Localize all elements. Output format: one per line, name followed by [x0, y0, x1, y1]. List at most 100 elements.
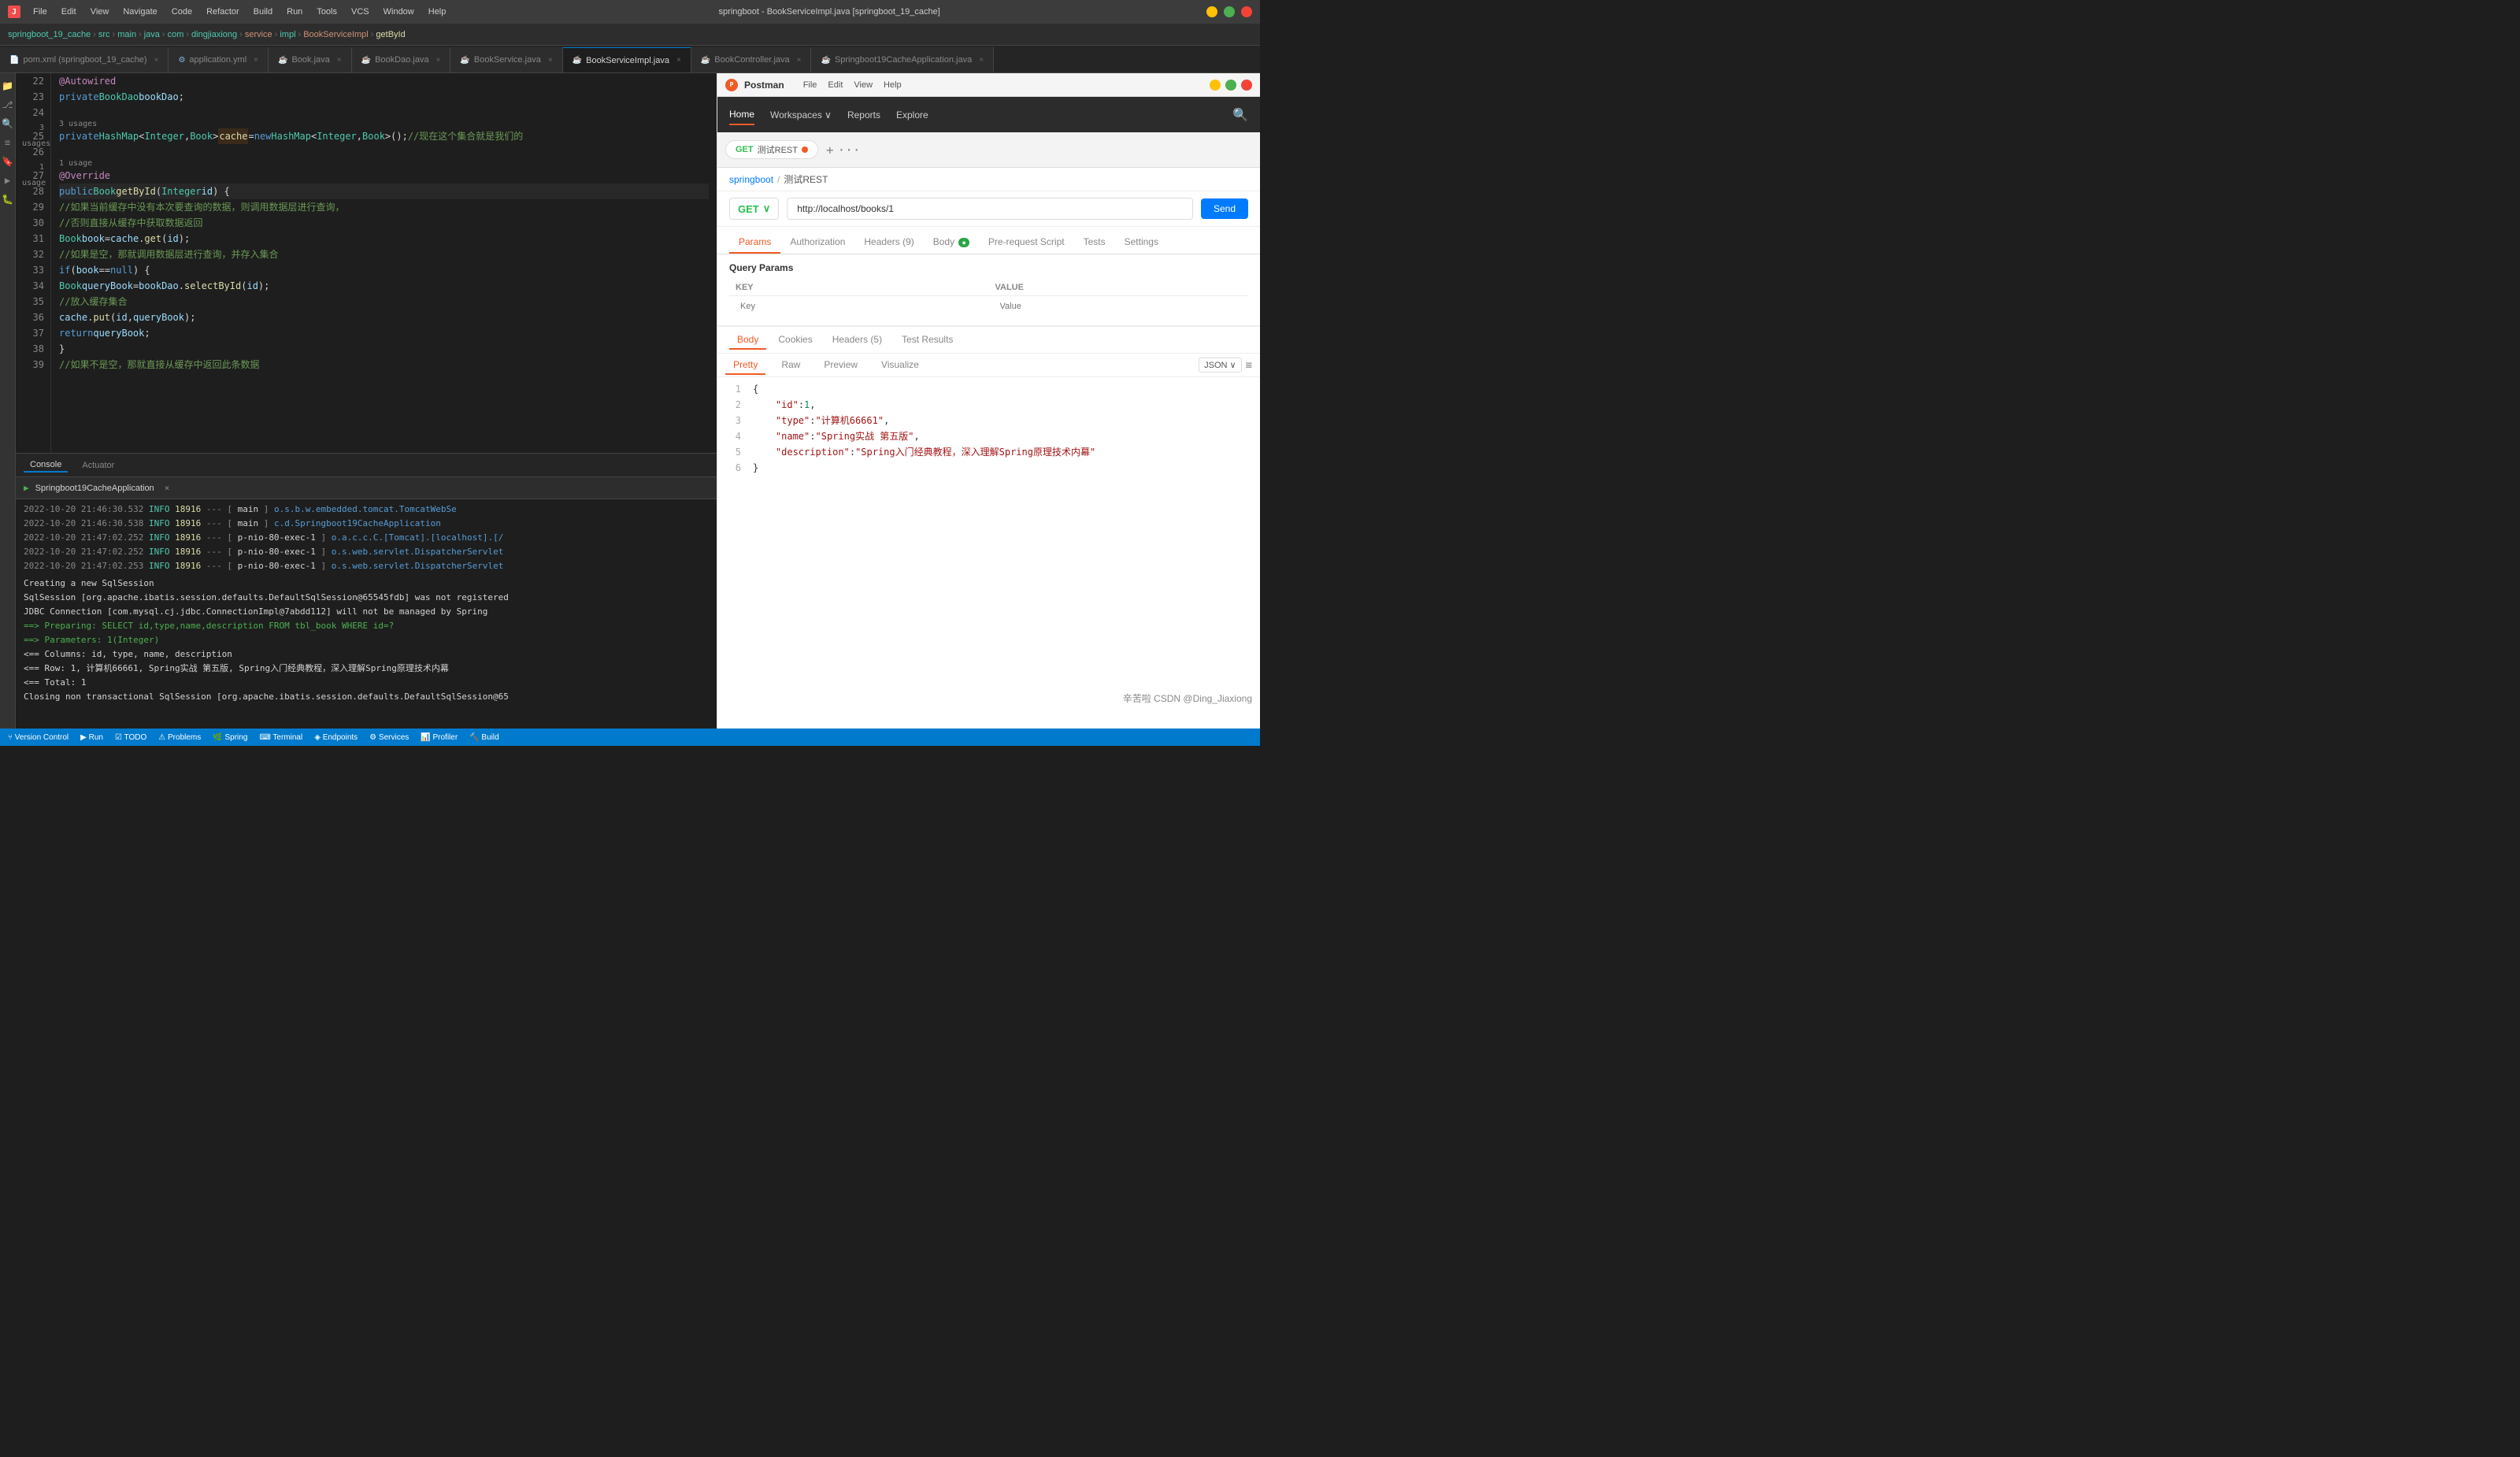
status-spring[interactable]: 🌿 Spring [213, 733, 247, 742]
breadcrumb-project[interactable]: springboot_19_cache [8, 30, 91, 39]
postman-minimize[interactable] [1210, 80, 1221, 91]
sidebar-debug-icon[interactable]: 🐛 [2, 193, 14, 206]
tab-springbootapp[interactable]: ☕ Springboot19CacheApplication.java × [811, 47, 994, 72]
tab-bookservice-close[interactable]: × [548, 56, 553, 65]
pm-beautify-button[interactable]: ≡ [1246, 359, 1252, 372]
sidebar-search-icon[interactable]: 🔍 [2, 117, 14, 130]
postman-menu-edit[interactable]: Edit [823, 79, 847, 91]
sidebar-run-icon[interactable]: ▶ [2, 174, 14, 187]
pm-nav-workspaces[interactable]: Workspaces ∨ [770, 106, 832, 124]
pm-nav-home[interactable]: Home [729, 105, 754, 125]
menu-refactor[interactable]: Refactor [200, 6, 246, 18]
tab-bookcontroller[interactable]: ☕ BookController.java × [691, 47, 812, 72]
code-editor[interactable]: @Autowired private BookDao bookDao ; 3 u… [51, 73, 717, 453]
pm-method-dropdown[interactable]: GET ∨ [729, 198, 779, 220]
pm-tab-headers[interactable]: Headers (9) [854, 232, 923, 254]
status-problems[interactable]: ⚠ Problems [158, 733, 201, 742]
pm-nav-reports[interactable]: Reports [847, 106, 880, 124]
tab-bookdao-close[interactable]: × [436, 56, 441, 65]
status-services[interactable]: ⚙ Services [369, 733, 409, 742]
pm-tab-body[interactable]: Body ● [924, 232, 979, 254]
menu-help[interactable]: Help [422, 6, 453, 18]
postman-menu-view[interactable]: View [849, 79, 877, 91]
postman-maximize[interactable] [1225, 80, 1236, 91]
tab-pom[interactable]: 📄 pom.xml (springboot_19_cache) × [0, 47, 169, 72]
pm-key-input[interactable] [736, 299, 983, 314]
tab-springbootapp-close[interactable]: × [979, 56, 984, 65]
status-todo[interactable]: ☑ TODO [115, 733, 146, 742]
pm-tab-more-button[interactable]: ··· [838, 143, 861, 158]
pm-nav-explore[interactable]: Explore [896, 106, 928, 124]
pm-format-select[interactable]: JSON ∨ [1199, 358, 1241, 373]
minimize-button[interactable] [1206, 6, 1217, 17]
menu-build[interactable]: Build [247, 6, 279, 18]
pm-url-input[interactable] [787, 198, 1193, 220]
pm-tab-tests[interactable]: Tests [1074, 232, 1115, 254]
menu-window[interactable]: Window [377, 6, 421, 18]
pm-tab-settings[interactable]: Settings [1115, 232, 1168, 254]
run-app-close[interactable]: × [165, 483, 170, 493]
menu-tools[interactable]: Tools [310, 6, 343, 18]
breadcrumb-main[interactable]: main [117, 30, 136, 39]
tab-bookcontroller-close[interactable]: × [797, 56, 802, 65]
breadcrumb-com[interactable]: com [168, 30, 184, 39]
status-endpoints[interactable]: ◈ Endpoints [314, 733, 358, 742]
pm-view-visualize[interactable]: Visualize [873, 356, 927, 375]
postman-close[interactable] [1241, 80, 1252, 91]
breadcrumb-java[interactable]: java [144, 30, 160, 39]
pm-value-input[interactable] [995, 299, 1243, 314]
tab-book-close[interactable]: × [337, 56, 342, 65]
sidebar-project-icon[interactable]: 📁 [2, 80, 14, 92]
breadcrumb-impl[interactable]: impl [280, 30, 295, 39]
status-run[interactable]: ▶ Run [80, 733, 103, 742]
menu-edit[interactable]: Edit [55, 6, 83, 18]
postman-menu-help[interactable]: Help [879, 79, 906, 91]
pm-tab-prerequest[interactable]: Pre-request Script [979, 232, 1074, 254]
tab-bookservice[interactable]: ☕ BookService.java × [450, 47, 562, 72]
close-button[interactable] [1241, 6, 1252, 17]
tab-bookserviceimpl[interactable]: ☕ BookServiceImpl.java × [563, 47, 691, 72]
pm-workspace-link[interactable]: springboot [729, 174, 773, 185]
sidebar-structure-icon[interactable]: ≡ [2, 136, 14, 149]
sidebar-bookmark-icon[interactable]: 🔖 [2, 155, 14, 168]
pm-response-tab-body[interactable]: Body [729, 331, 766, 350]
menu-file[interactable]: File [27, 6, 54, 18]
menu-navigate[interactable]: Navigate [117, 6, 163, 18]
pm-view-pretty[interactable]: Pretty [725, 356, 765, 375]
breadcrumb-dingjiaxiong[interactable]: dingjiaxiong [191, 30, 237, 39]
breadcrumb-method[interactable]: getById [376, 30, 405, 39]
pm-response-tab-headers[interactable]: Headers (5) [825, 331, 890, 350]
breadcrumb-file[interactable]: BookServiceImpl [303, 30, 369, 39]
console-tab-actuator[interactable]: Actuator [76, 459, 120, 472]
pm-view-preview[interactable]: Preview [816, 356, 865, 375]
pm-tab-authorization[interactable]: Authorization [780, 232, 854, 254]
sidebar-git-icon[interactable]: ⎇ [2, 98, 14, 111]
postman-menu-file[interactable]: File [799, 79, 822, 91]
breadcrumb-service[interactable]: service [245, 30, 272, 39]
pm-add-tab-button[interactable]: + [826, 143, 834, 158]
pm-request-tab[interactable]: GET 测试REST [725, 140, 818, 159]
pm-tab-params[interactable]: Params [729, 232, 780, 254]
tab-book[interactable]: ☕ Book.java × [269, 47, 352, 72]
menu-vcs[interactable]: VCS [345, 6, 376, 18]
tab-application-close[interactable]: × [254, 56, 258, 65]
pm-view-raw[interactable]: Raw [773, 356, 808, 375]
status-profiler[interactable]: 📊 Profiler [421, 733, 458, 742]
pm-response-tab-cookies[interactable]: Cookies [770, 331, 820, 350]
pm-send-button[interactable]: Send [1201, 198, 1248, 219]
pm-response-tab-testresults[interactable]: Test Results [894, 331, 961, 350]
breadcrumb-src[interactable]: src [98, 30, 110, 39]
maximize-button[interactable] [1224, 6, 1235, 17]
menu-view[interactable]: View [84, 6, 116, 18]
tab-pom-close[interactable]: × [154, 56, 159, 65]
tab-application[interactable]: ⚙ application.yml × [169, 47, 269, 72]
status-terminal[interactable]: ⌨ Terminal [259, 733, 302, 742]
pm-search-icon[interactable]: 🔍 [1232, 107, 1248, 122]
tab-bookserviceimpl-close[interactable]: × [676, 56, 681, 65]
menu-code[interactable]: Code [165, 6, 198, 18]
console-tab-console[interactable]: Console [24, 458, 68, 473]
tab-bookdao[interactable]: ☕ BookDao.java × [352, 47, 451, 72]
status-version-control[interactable]: ⑂ Version Control [8, 733, 69, 742]
menu-run[interactable]: Run [280, 6, 309, 18]
status-build[interactable]: 🔨 Build [469, 733, 498, 742]
